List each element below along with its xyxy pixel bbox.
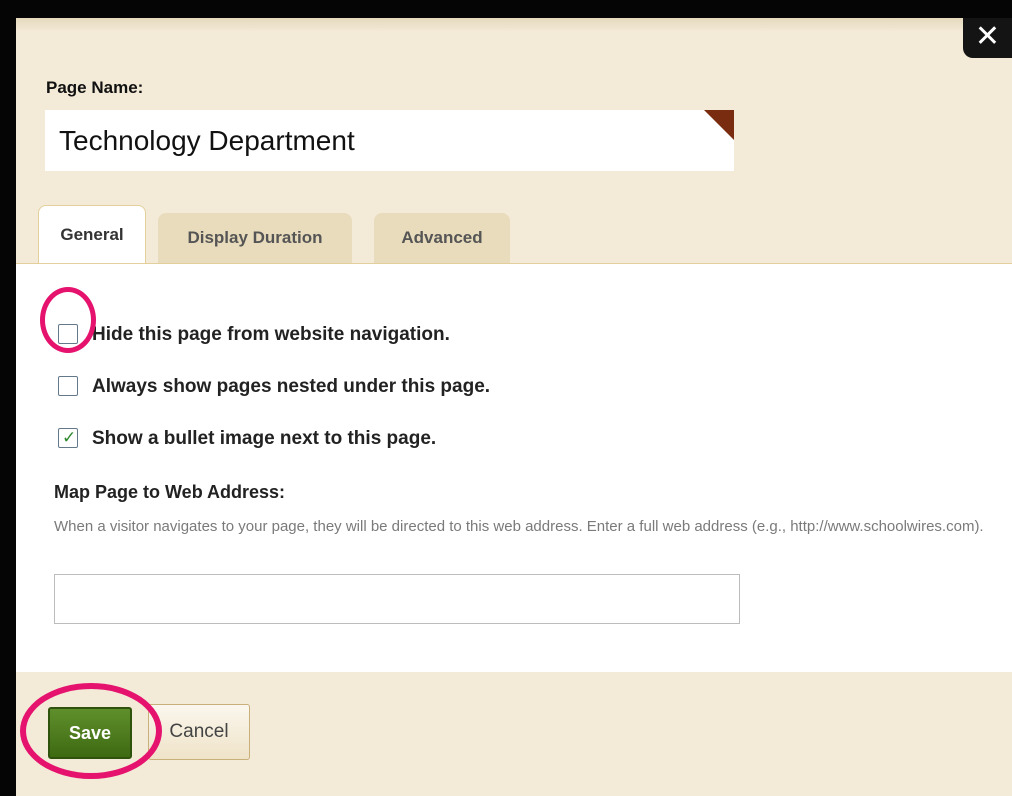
hide-navigation-checkbox[interactable] bbox=[58, 324, 78, 344]
dialog-top-shade bbox=[16, 18, 1012, 32]
page-name-field-wrapper bbox=[45, 110, 734, 171]
general-tab-panel: Hide this page from website navigation. … bbox=[16, 263, 1012, 672]
checkmark-icon: ✓ bbox=[62, 428, 77, 447]
map-web-address-description: When a visitor navigates to your page, t… bbox=[54, 518, 984, 535]
save-button[interactable]: Save bbox=[48, 707, 132, 759]
show-bullet-checkbox[interactable]: ✓ bbox=[58, 428, 78, 448]
map-web-address-title: Map Page to Web Address: bbox=[54, 482, 286, 502]
show-nested-label[interactable]: Always show pages nested under this page… bbox=[92, 374, 490, 400]
show-bullet-label[interactable]: Show a bullet image next to this page. bbox=[92, 426, 436, 452]
web-address-input[interactable] bbox=[54, 574, 740, 624]
hide-navigation-label[interactable]: Hide this page from website navigation. bbox=[92, 322, 450, 348]
page-settings-dialog: ✕ Page Name: General Display Duration Ad… bbox=[16, 18, 1012, 796]
tab-bar: General Display Duration Advanced bbox=[16, 205, 1012, 263]
tab-advanced[interactable]: Advanced bbox=[374, 213, 510, 263]
window-frame-top bbox=[0, 0, 1012, 18]
tab-display-duration[interactable]: Display Duration bbox=[158, 213, 352, 263]
field-corner-marker bbox=[704, 110, 734, 140]
close-icon[interactable]: ✕ bbox=[963, 18, 1012, 58]
show-nested-checkbox[interactable] bbox=[58, 376, 78, 396]
tab-general[interactable]: General bbox=[38, 205, 146, 263]
window-frame-left bbox=[0, 0, 16, 796]
page-name-label: Page Name: bbox=[46, 78, 144, 97]
page-name-input[interactable] bbox=[45, 110, 734, 171]
cancel-button[interactable]: Cancel bbox=[148, 704, 250, 760]
